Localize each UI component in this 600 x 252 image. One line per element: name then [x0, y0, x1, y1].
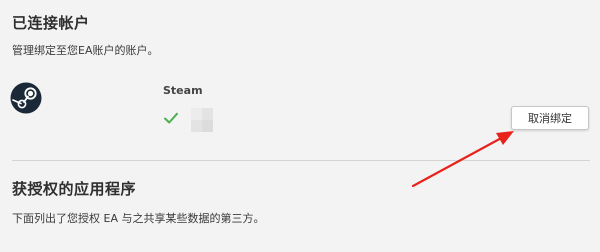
authorized-apps-description: 下面列出了您授权 EA 与之共享某些数据的第三方。	[12, 212, 265, 225]
unlink-button[interactable]: 取消绑定	[511, 106, 589, 130]
authorized-apps-title: 获授权的应用程序	[12, 180, 137, 198]
steam-icon	[10, 82, 42, 114]
connected-accounts-description: 管理绑定至您EA账户的账户。	[12, 44, 159, 57]
account-name: Steam	[163, 84, 203, 97]
redacted-account-info	[191, 108, 213, 132]
connected-accounts-title: 已连接帐户	[12, 14, 90, 32]
check-icon	[164, 112, 178, 124]
section-divider	[12, 160, 590, 161]
